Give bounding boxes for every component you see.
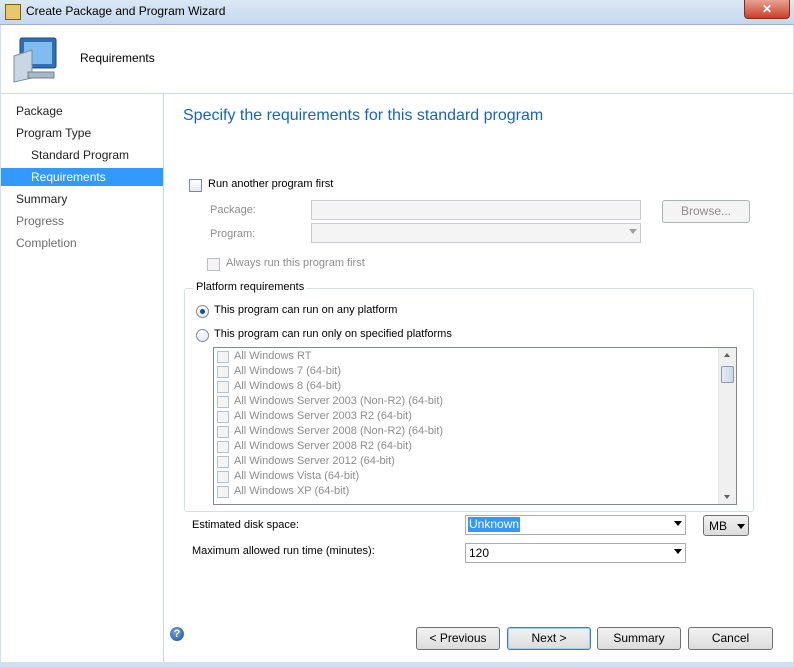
scroll-up-arrow-icon[interactable] (724, 353, 730, 357)
platform-checkbox[interactable] (217, 366, 229, 378)
list-item[interactable]: All Windows XP (64-bit) (214, 484, 714, 499)
platform-checkbox[interactable] (217, 426, 229, 438)
program-label: Program: (210, 228, 256, 240)
chevron-down-icon (674, 521, 682, 526)
list-item[interactable]: All Windows 7 (64-bit) (214, 364, 714, 379)
nav-item-program-type[interactable]: Program Type (1, 124, 163, 142)
radio-any-platform-label: This program can run on any platform (214, 304, 398, 316)
platform-label: All Windows Server 2003 R2 (64-bit) (234, 410, 412, 422)
chevron-down-icon (737, 524, 745, 529)
list-item[interactable]: All Windows Server 2003 (Non-R2) (64-bit… (214, 394, 714, 409)
platform-label: All Windows Server 2003 (Non-R2) (64-bit… (234, 395, 444, 407)
run-another-checkbox[interactable] (189, 179, 202, 192)
nav-item-package[interactable]: Package (1, 102, 163, 120)
platform-checkbox[interactable] (217, 411, 229, 423)
list-item[interactable]: All Windows Server 2008 (Non-R2) (64-bit… (214, 424, 714, 439)
platform-list-scrollbar[interactable] (718, 348, 736, 504)
disk-space-dropdown[interactable]: Unknown (465, 515, 686, 535)
package-label: Package: (210, 204, 256, 216)
scroll-down-arrow-icon[interactable] (724, 495, 730, 499)
platform-checkbox[interactable] (217, 441, 229, 453)
disk-space-label: Estimated disk space: (192, 519, 299, 531)
nav-item-requirements[interactable]: Requirements (1, 168, 163, 186)
nav-item-summary[interactable]: Summary (1, 190, 163, 208)
chevron-down-icon (674, 549, 682, 554)
max-runtime-dropdown[interactable]: 120 (465, 543, 686, 563)
platform-label: All Windows 7 (64-bit) (234, 365, 341, 377)
close-button[interactable]: ✕ (744, 0, 790, 19)
radio-selected-dot (200, 309, 205, 314)
always-run-label: Always run this program first (226, 257, 365, 269)
window-title: Create Package and Program Wizard (26, 4, 226, 18)
previous-button[interactable]: < Previous (416, 627, 500, 650)
nav-item-progress: Progress (16, 214, 65, 228)
platform-checkbox[interactable] (217, 486, 229, 498)
chevron-down-icon (629, 229, 637, 234)
wizard-main: Specify the requirements for this standa… (164, 94, 793, 662)
cancel-button[interactable]: Cancel (688, 627, 773, 650)
computer-icon (13, 37, 57, 83)
window-titlebar: Create Package and Program Wizard ✕ (0, 0, 794, 25)
platform-label: All Windows 8 (64-bit) (234, 380, 341, 392)
platform-list: All Windows RT All Windows 7 (64-bit) Al… (213, 347, 737, 505)
max-runtime-value: 120 (469, 546, 490, 560)
browse-button[interactable]: Browse... (662, 200, 750, 223)
package-field[interactable] (311, 200, 641, 220)
platform-label: All Windows RT (234, 350, 312, 362)
list-item[interactable]: All Windows Vista (64-bit) (214, 469, 714, 484)
platform-checkbox[interactable] (217, 471, 229, 483)
header-title: Requirements (80, 51, 155, 65)
radio-any-platform[interactable] (196, 305, 209, 318)
app-icon (5, 4, 21, 20)
wizard-nav: Package Program Type Standard Program Re… (1, 94, 164, 662)
nav-item-completion: Completion (16, 236, 77, 250)
platform-requirements-legend: Platform requirements (193, 281, 308, 293)
platform-label: All Windows Server 2008 (Non-R2) (64-bit… (234, 425, 444, 437)
platform-label: All Windows Server 2008 R2 (64-bit) (234, 440, 412, 452)
scroll-thumb[interactable] (721, 366, 734, 383)
page-title: Specify the requirements for this standa… (183, 107, 544, 124)
platform-label: All Windows XP (64-bit) (234, 485, 350, 497)
wizard-header: Requirements (1, 25, 793, 94)
summary-button[interactable]: Summary (597, 627, 681, 650)
program-dropdown[interactable] (311, 223, 641, 243)
list-item[interactable]: All Windows RT (214, 349, 714, 364)
platform-checkbox[interactable] (217, 396, 229, 408)
disk-unit-value: MB (709, 519, 727, 533)
platform-label: All Windows Server 2012 (64-bit) (234, 455, 395, 467)
list-item[interactable]: All Windows 8 (64-bit) (214, 379, 714, 394)
run-another-label: Run another program first (208, 178, 334, 190)
disk-space-value: Unknown (468, 517, 521, 532)
next-button[interactable]: Next > (507, 627, 591, 650)
disk-unit-dropdown[interactable]: MB (703, 515, 749, 536)
platform-checkbox[interactable] (217, 381, 229, 393)
radio-specified-platforms[interactable] (196, 329, 209, 342)
nav-item-standard-program[interactable]: Standard Program (1, 146, 163, 164)
platform-checkbox[interactable] (217, 351, 229, 363)
max-runtime-label: Maximum allowed run time (minutes): (192, 545, 375, 557)
close-icon: ✕ (761, 2, 773, 16)
radio-specified-platforms-label: This program can run only on specified p… (214, 328, 452, 340)
platform-label: All Windows Vista (64-bit) (234, 470, 360, 482)
help-icon[interactable]: ? (170, 627, 184, 641)
always-run-checkbox[interactable] (207, 258, 220, 271)
list-item[interactable]: All Windows Server 2008 R2 (64-bit) (214, 439, 714, 454)
list-item[interactable]: All Windows Server 2012 (64-bit) (214, 454, 714, 469)
platform-checkbox[interactable] (217, 456, 229, 468)
list-item[interactable]: All Windows Server 2003 R2 (64-bit) (214, 409, 714, 424)
